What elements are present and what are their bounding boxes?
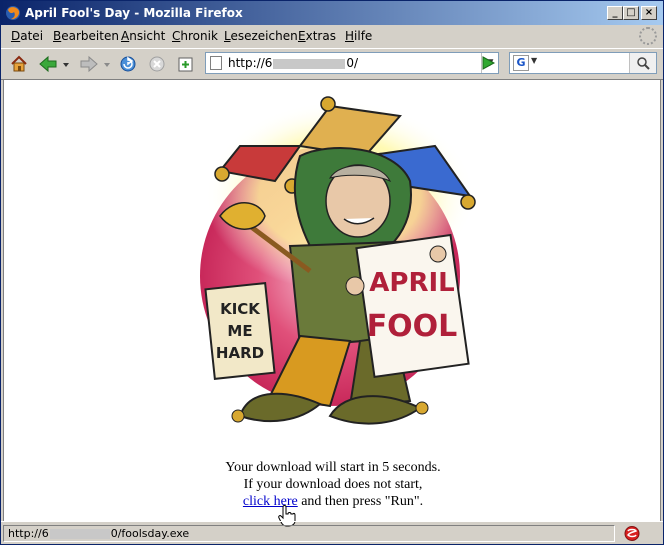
search-button[interactable] <box>629 53 656 73</box>
new-tab-icon[interactable] <box>176 53 196 75</box>
minimize-button[interactable]: _ <box>607 6 623 20</box>
close-button[interactable]: × <box>641 6 657 20</box>
blocked-status-icon[interactable] <box>623 525 641 542</box>
magnifier-icon <box>637 57 650 70</box>
status-bar: http://6 0/foolsday.exe <box>1 521 663 545</box>
stop-icon[interactable] <box>147 53 167 75</box>
menu-ansicht[interactable]: Ansicht <box>121 29 165 43</box>
browser-window: April Fool's Day - Mozilla Firefox _ □ ×… <box>0 0 664 545</box>
kick-sign-line-2: ME <box>227 322 252 340</box>
run-instruction-text: and then press "Run". <box>297 494 424 509</box>
jester-illustration: KICK ME HARD APRIL FOOL <box>200 96 476 425</box>
kick-sign-line-1: KICK <box>220 300 261 318</box>
search-bar[interactable]: G ▼ <box>509 52 657 74</box>
google-engine-icon[interactable]: G <box>513 55 529 71</box>
menu-chronik[interactable]: Chronik <box>172 29 218 43</box>
engine-dropdown-icon[interactable]: ▼ <box>531 56 537 65</box>
title-bar[interactable]: April Fool's Day - Mozilla Firefox _ □ × <box>1 1 663 25</box>
firefox-icon <box>6 6 20 20</box>
activity-throbber-icon <box>639 27 657 45</box>
status-url: http://6 0/foolsday.exe <box>3 525 615 542</box>
url-prefix: http://6 <box>228 56 273 70</box>
download-message-line-1: Your download will start in 5 seconds. <box>225 460 441 475</box>
forward-arrow-icon[interactable] <box>78 53 100 75</box>
window-title: April Fool's Day - Mozilla Firefox <box>25 6 243 20</box>
april-sign-line-2: FOOL <box>367 309 458 344</box>
menu-bar: Datei Bearbeiten Ansicht Chronik Lesezei… <box>1 25 663 47</box>
url-suffix: 0/ <box>346 56 359 70</box>
menu-lesezeichen[interactable]: Lesezeichen <box>224 29 298 43</box>
page-icon <box>210 56 222 70</box>
menu-datei[interactable]: Datei <box>11 29 43 43</box>
reload-icon[interactable] <box>118 53 138 75</box>
kick-sign-line-3: HARD <box>216 344 264 362</box>
redacted-status-segment <box>49 529 110 539</box>
go-arrow-icon[interactable] <box>479 54 497 72</box>
home-icon[interactable] <box>9 53 29 75</box>
back-dropdown-icon[interactable] <box>62 53 70 75</box>
download-message-line-2: If your download does not start, <box>243 477 423 492</box>
menu-extras[interactable]: Extras <box>298 29 336 43</box>
redacted-url-segment <box>273 58 346 69</box>
april-sign-line-1: APRIL <box>369 268 454 298</box>
back-arrow-icon[interactable] <box>37 53 59 75</box>
maximize-button[interactable]: □ <box>623 6 639 20</box>
download-message-line-3: click here and then press "Run". <box>4 494 662 510</box>
url-bar[interactable]: http://60/ ▼ <box>205 52 499 74</box>
menu-hilfe[interactable]: Hilfe <box>345 29 372 43</box>
forward-dropdown-icon[interactable] <box>103 53 111 75</box>
page-content: KICK ME HARD APRIL FOOL Your download wi… <box>3 79 662 527</box>
menu-bearbeiten[interactable]: Bearbeiten <box>53 29 119 43</box>
